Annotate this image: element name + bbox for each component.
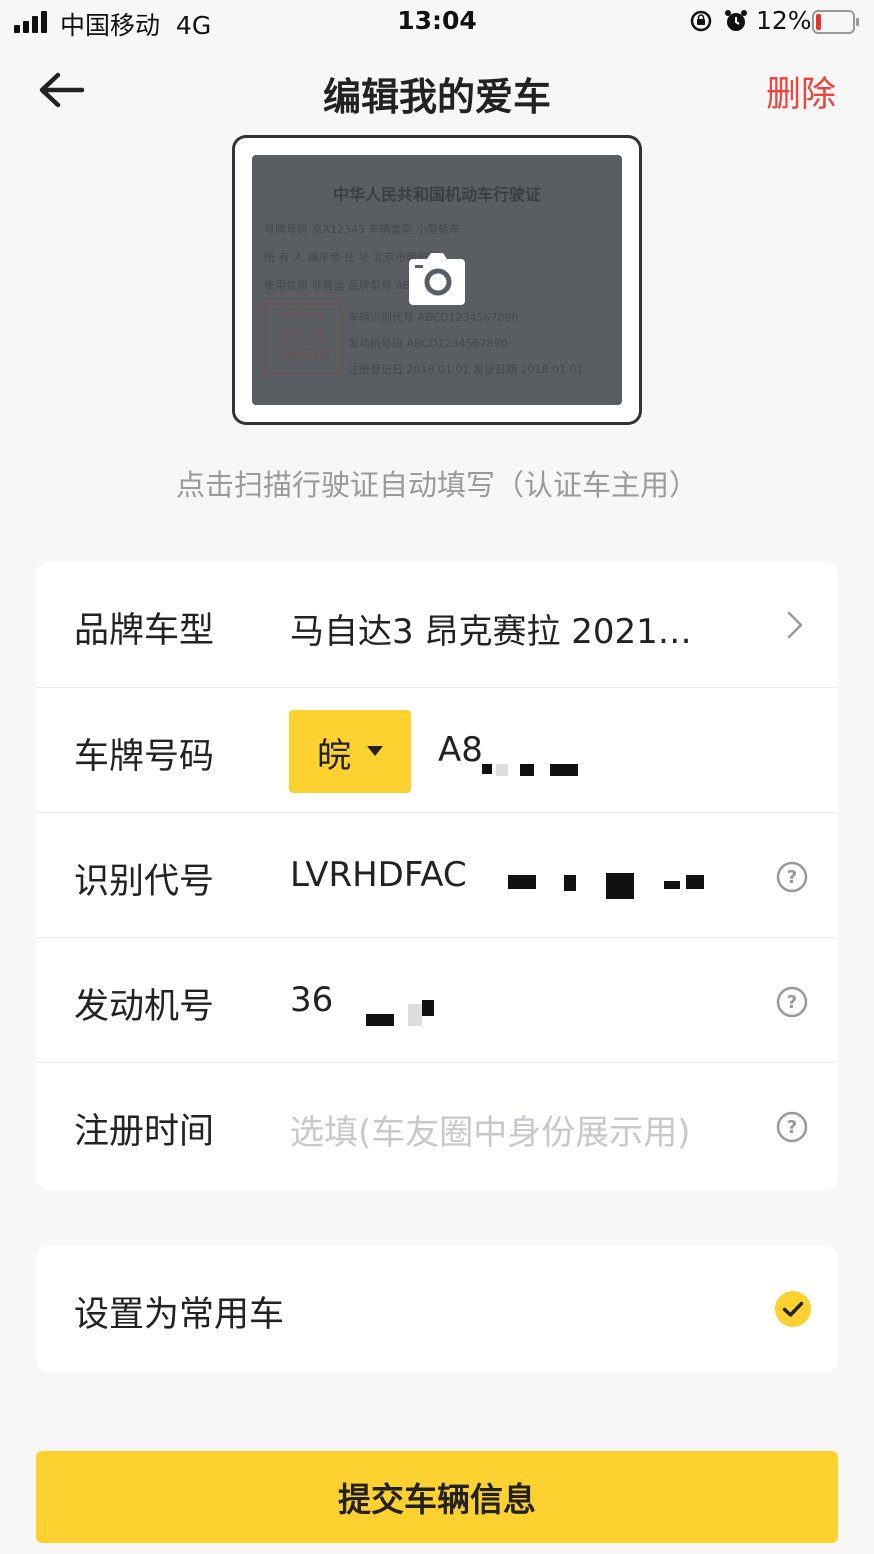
redaction-mark [408, 1004, 422, 1026]
redaction-mark [686, 875, 704, 889]
registration-input[interactable]: 选填(车友圈中身份展示用) [290, 1105, 691, 1154]
chevron-right-icon [787, 611, 803, 639]
scan-hint: 点击扫描行驶证自动填写（认证车主用） [175, 468, 698, 502]
svg-text:?: ? [787, 1117, 797, 1138]
submit-button[interactable]: 提交车辆信息 [36, 1451, 838, 1543]
default-car-row[interactable]: 设置为常用车 [36, 1246, 838, 1372]
redaction-mark [664, 881, 680, 889]
brand-value: 马自达3 昂克赛拉 2021… [290, 612, 692, 652]
redaction-mark [564, 875, 576, 891]
battery-percent: 12% [756, 6, 812, 35]
help-icon[interactable]: ? [776, 986, 808, 1018]
plate-input[interactable]: A8 [438, 730, 483, 770]
engine-input[interactable]: 36 [290, 980, 333, 1020]
license-row: 注册登记日 2018.01.01 发证日期 2018.01.01 [348, 363, 584, 376]
help-icon[interactable]: ? [776, 1111, 808, 1143]
stamp-line: 交通管理局 [275, 348, 331, 361]
delete-button[interactable]: 删除 [766, 66, 836, 117]
default-car-label: 设置为常用车 [74, 1295, 285, 1335]
brand-label: 品牌车型 [74, 611, 215, 651]
alarm-icon [725, 10, 747, 31]
camera-icon [409, 253, 465, 305]
redaction-mark [550, 764, 578, 776]
license-row: 号牌号码 京A12345 车辆类型 小型轿车 [264, 223, 461, 236]
battery-low-icon [812, 10, 859, 34]
status-bar: 中国移动 4G 13:04 12% [0, 0, 874, 44]
license-row: 车辆识别代号 ABCD1234567890 [348, 311, 519, 324]
vin-label: 识别代号 [74, 862, 215, 902]
province-selector[interactable]: 皖 [289, 710, 411, 793]
brand-row[interactable]: 品牌车型 马自达3 昂克赛拉 2021… [36, 562, 838, 687]
engine-label: 发动机号 [74, 987, 215, 1027]
plate-label: 车牌号码 [74, 737, 215, 777]
help-icon[interactable]: ? [776, 861, 808, 893]
license-scan-area[interactable]: 中华人民共和国机动车行驶证 号牌号码 京A12345 车辆类型 小型轿车 所 有… [232, 135, 642, 425]
redaction-mark [496, 764, 508, 776]
redaction-mark [520, 764, 534, 776]
registration-row: 注册时间 选填(车友圈中身份展示用) ? [36, 1062, 838, 1188]
vin-input[interactable]: LVRHDFAC [290, 855, 467, 895]
license-preview: 中华人民共和国机动车行驶证 号牌号码 京A12345 车辆类型 小型轿车 所 有… [252, 155, 622, 405]
engine-row: 发动机号 36 ? [36, 937, 838, 1063]
svg-text:?: ? [787, 867, 797, 888]
car-info-form: 品牌车型 马自达3 昂克赛拉 2021… 车牌号码 皖 A8 识别代号 LVRH… [36, 562, 838, 1190]
nav-bar: 编辑我的爱车 删除 [0, 50, 874, 130]
license-title: 中华人民共和国机动车行驶证 [332, 185, 541, 204]
redaction-mark [482, 764, 492, 774]
redaction-mark [366, 1014, 394, 1026]
redaction-mark [422, 1000, 434, 1016]
province-value: 皖 [317, 736, 351, 776]
stamp-line: 北京市公 [281, 308, 325, 321]
license-row: 发动机号码 ABCD1234567890 [348, 337, 508, 350]
plate-row: 车牌号码 皖 A8 [36, 687, 838, 813]
stamp-line: 安局公安 [281, 328, 325, 341]
svg-text:?: ? [787, 992, 797, 1013]
license-stamp: 北京市公 安局公安 交通管理局 [264, 303, 342, 375]
caret-down-icon [367, 746, 383, 756]
rotation-lock-icon [690, 10, 712, 32]
redaction-mark [508, 875, 536, 889]
redaction-mark [606, 873, 634, 899]
registration-label: 注册时间 [74, 1112, 215, 1152]
checkmark-circle-icon[interactable] [774, 1290, 812, 1328]
vin-row: 识别代号 LVRHDFAC ? [36, 812, 838, 938]
page-title: 编辑我的爱车 [322, 75, 551, 119]
